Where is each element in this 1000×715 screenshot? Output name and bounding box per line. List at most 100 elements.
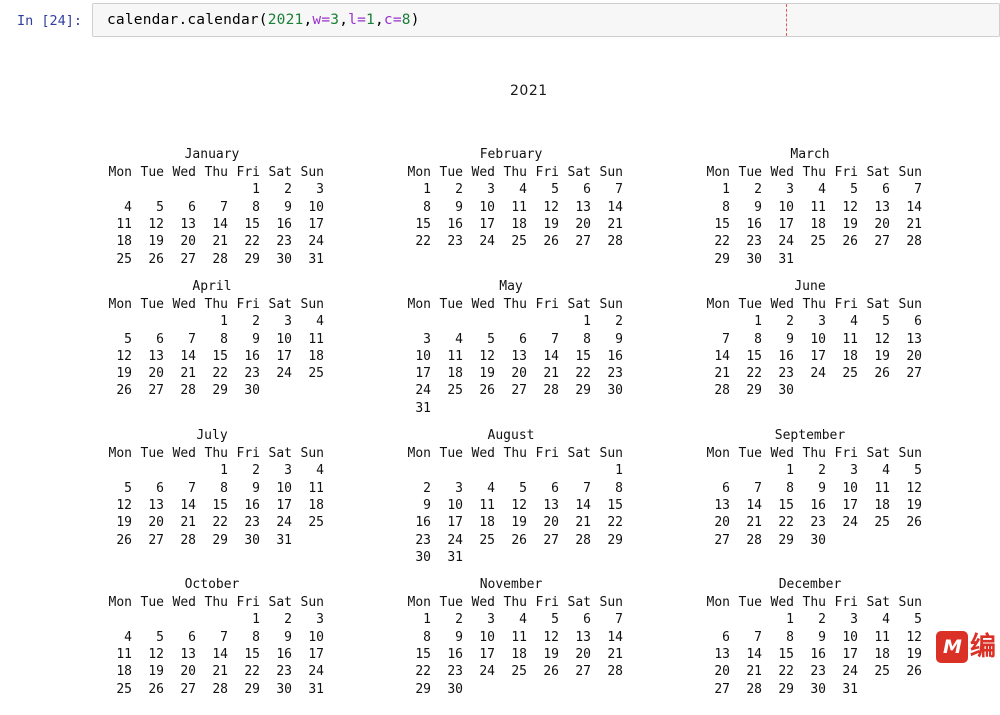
calendar-day-cell: 5 — [156, 629, 164, 645]
calendar-quarter-row: April Mon Tue Wed Thu Fri Sat Sun 1 2 3 4 5 6 7 8 9 10 11 1… — [100, 278, 1000, 417]
calendar-day-cell: 20 — [148, 366, 164, 382]
weekday-header-cell: Tue — [738, 165, 762, 181]
calendar-day-cell: 18 — [810, 217, 826, 233]
weekday-header-row: Mon Tue Wed Thu Fri Sat Sun — [399, 445, 623, 462]
calendar-day-cell: 16 — [244, 497, 260, 513]
calendar-month-may: May Mon Tue Wed Thu Fri Sat Sun 1 2 3 4 5 6 7 8 9 10 11 12 1… — [399, 278, 698, 417]
calendar-day-cell: 17 — [308, 647, 324, 663]
calendar-day-cell: 8 — [252, 199, 260, 215]
calendar-day-cell: 17 — [447, 515, 463, 531]
calendar-day-cell: 25 — [874, 664, 890, 680]
calendar-day-cell: 15 — [244, 647, 260, 663]
calendar-day-empty — [495, 313, 527, 330]
calendar-day-cell: 19 — [874, 348, 890, 364]
calendar-day-empty — [463, 462, 495, 479]
weekday-header-cell: Tue — [439, 446, 463, 462]
calendar-day-empty — [100, 181, 132, 198]
calendar-day-empty — [463, 681, 495, 698]
calendar-day-cell: 3 — [850, 612, 858, 628]
calendar-week-row: 28 29 30 — [698, 382, 922, 399]
calendar-month-july: July Mon Tue Wed Thu Fri Sat Sun 1 2 3 4 5 6 7 8 9 10 11 12… — [100, 427, 399, 566]
calendar-day-cell: 25 — [116, 251, 132, 267]
calendar-day-cell: 3 — [284, 314, 292, 330]
calendar-day-cell: 16 — [415, 515, 431, 531]
calendar-day-cell: 22 — [415, 234, 431, 250]
calendar-day-cell: 22 — [778, 664, 794, 680]
calendar-day-empty — [698, 462, 730, 479]
calendar-day-cell: 18 — [308, 348, 324, 364]
calendar-day-empty — [794, 251, 826, 268]
calendar-day-cell: 13 — [180, 217, 196, 233]
code-token-kwarg-w: w= — [312, 12, 331, 28]
calendar-day-cell: 19 — [148, 234, 164, 250]
calendar-day-cell: 13 — [575, 629, 591, 645]
calendar-day-cell: 11 — [511, 199, 527, 215]
weekday-header-cell: Mon — [706, 296, 730, 312]
calendar-day-cell: 2 — [423, 480, 431, 496]
calendar-week-row: 31 — [399, 400, 623, 417]
weekday-header-cell: Tue — [140, 595, 164, 611]
calendar-day-cell: 22 — [212, 515, 228, 531]
calendar-day-cell: 11 — [874, 629, 890, 645]
calendar-day-cell: 6 — [519, 331, 527, 347]
calendar-week-row: 1 2 3 4 5 6 7 — [399, 611, 623, 628]
calendar-day-cell: 7 — [220, 629, 228, 645]
calendar-day-empty — [431, 313, 463, 330]
calendar-day-cell: 9 — [455, 199, 463, 215]
calendar-day-cell: 3 — [850, 463, 858, 479]
calendar-grid: January Mon Tue Wed Thu Fri Sat Sun 1 2 3 4 5 6 7 8 9 10 1… — [100, 146, 1000, 698]
calendar-day-empty — [730, 611, 762, 628]
calendar-day-cell: 12 — [116, 348, 132, 364]
calendar-day-cell: 27 — [148, 532, 164, 548]
calendar-day-cell: 2 — [252, 463, 260, 479]
calendar-day-empty — [495, 681, 527, 698]
calendar-day-cell: 9 — [252, 480, 260, 496]
calendar-day-cell: 16 — [244, 348, 260, 364]
weekday-header-cell: Mon — [108, 165, 132, 181]
calendar-day-cell: 20 — [148, 515, 164, 531]
code-editor[interactable]: calendar.calendar(2021,w=3,l=1,c=8) — [92, 3, 1000, 37]
calendar-week-row: 4 5 6 7 8 9 10 — [100, 199, 324, 216]
calendar-day-cell: 19 — [906, 647, 922, 663]
calendar-week-row: 3 4 5 6 7 8 9 — [399, 331, 623, 348]
calendar-day-cell: 26 — [479, 383, 495, 399]
calendar-day-cell: 8 — [220, 480, 228, 496]
calendar-day-cell: 7 — [615, 612, 623, 628]
calendar-day-cell: 8 — [423, 629, 431, 645]
calendar-day-empty — [794, 382, 826, 399]
calendar-day-cell: 2 — [455, 612, 463, 628]
code-token-kwarg-l: l= — [348, 12, 367, 28]
calendar-day-cell: 11 — [308, 480, 324, 496]
calendar-day-cell: 11 — [479, 497, 495, 513]
calendar-week-row: 12 13 14 15 16 17 18 — [100, 348, 324, 365]
calendar-day-cell: 15 — [244, 217, 260, 233]
calendar-month-january: January Mon Tue Wed Thu Fri Sat Sun 1 2 3 4 5 6 7 8 9 10 1… — [100, 146, 399, 268]
calendar-day-cell: 19 — [511, 515, 527, 531]
weekday-header-cell: Fri — [535, 296, 559, 312]
weekday-header-cell: Sun — [898, 296, 922, 312]
weekday-header-cell: Thu — [204, 446, 228, 462]
calendar-week-row: 1 2 3 4 5 — [698, 462, 922, 479]
calendar-day-cell: 22 — [244, 234, 260, 250]
calendar-day-cell: 13 — [148, 348, 164, 364]
calendar-day-cell: 4 — [316, 314, 324, 330]
calendar-day-cell: 19 — [906, 497, 922, 513]
calendar-day-cell: 17 — [276, 497, 292, 513]
calendar-day-cell: 18 — [308, 497, 324, 513]
calendar-day-cell: 27 — [511, 383, 527, 399]
calendar-day-cell: 9 — [284, 199, 292, 215]
calendar-day-cell: 21 — [575, 515, 591, 531]
calendar-day-empty — [890, 681, 922, 698]
calendar-day-cell: 24 — [308, 664, 324, 680]
weekday-header-cell: Wed — [770, 595, 794, 611]
calendar-day-cell: 14 — [212, 647, 228, 663]
calendar-day-cell: 9 — [423, 497, 431, 513]
cell-output-calendar: 2021 January Mon Tue Wed Thu Fri Sat Sun 1 2 3 4 5 6 7… — [0, 41, 1000, 715]
calendar-day-cell: 17 — [842, 647, 858, 663]
calendar-day-cell: 24 — [447, 532, 463, 548]
code-line[interactable]: calendar.calendar(2021,w=3,l=1,c=8) — [93, 4, 999, 36]
calendar-day-cell: 21 — [180, 366, 196, 382]
month-title: December — [778, 577, 842, 593]
calendar-day-cell: 25 — [842, 366, 858, 382]
weekday-header-cell: Mon — [407, 165, 431, 181]
